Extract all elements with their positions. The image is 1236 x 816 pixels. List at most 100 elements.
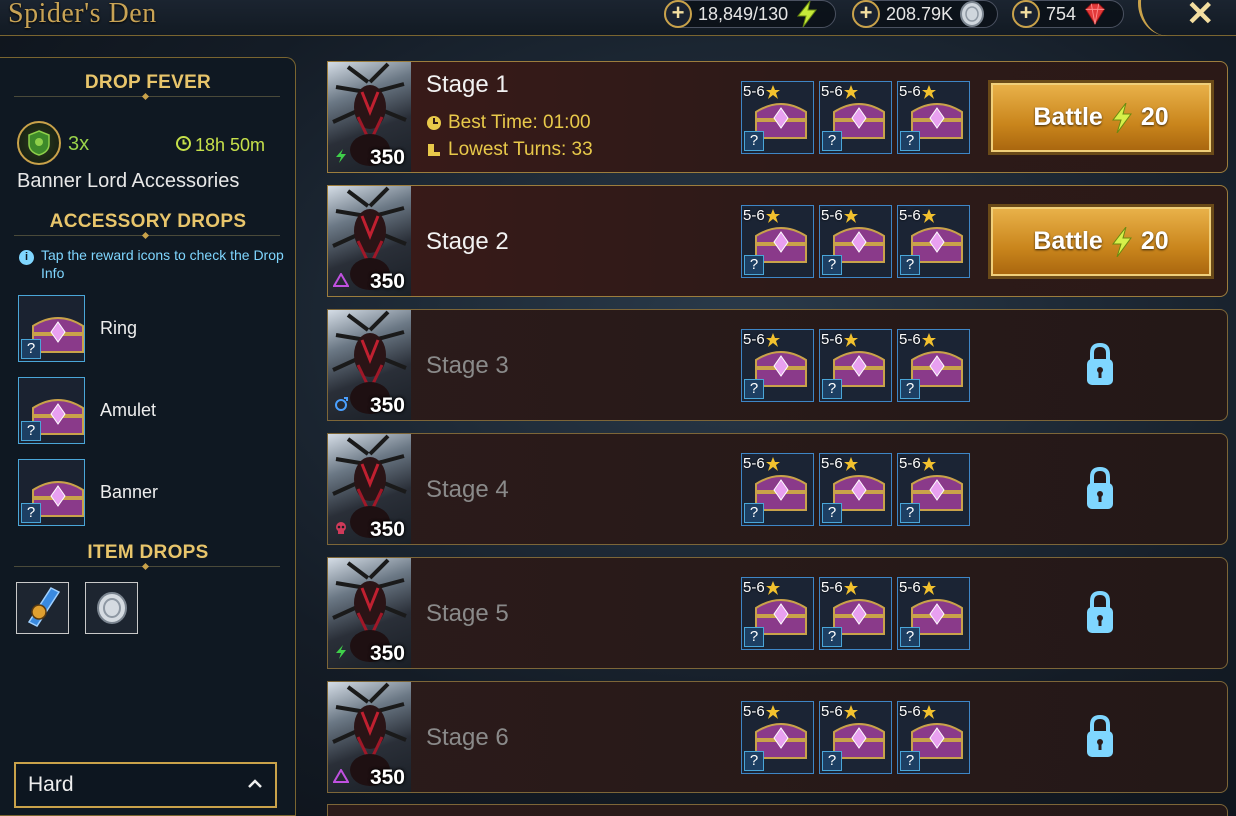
stage-row-partial <box>327 804 1228 816</box>
top-bar: Spider's Den + 18,849/130 + 208.79K + 75… <box>0 0 1236 36</box>
clock-icon <box>427 116 441 130</box>
boss-portrait: 350 <box>328 434 411 544</box>
force-affinity-icon <box>333 148 349 164</box>
item-drops-title: ITEM DROPS <box>87 542 209 563</box>
reward-chest-icon[interactable]: 5-6? <box>741 81 814 154</box>
banner-label: Banner <box>100 482 159 502</box>
reward-chest-icon[interactable]: 5-6? <box>741 701 814 774</box>
reward-chest-icon[interactable]: 5-6? <box>819 453 892 526</box>
unknown-badge: ? <box>744 503 764 523</box>
reward-chest-icon[interactable]: 5-6? <box>897 81 970 154</box>
stage-row[interactable]: 350 Stage 2 5-6? 5-6? 5-6? Battle 20 <box>327 185 1228 297</box>
unknown-badge: ? <box>822 131 842 151</box>
battle-button[interactable]: Battle 20 <box>988 80 1214 155</box>
reward-chest-icon[interactable]: 5-6? <box>819 205 892 278</box>
silver-icon <box>959 1 985 27</box>
sidebar-panel: DROP FEVER 3x 18h 50m Banner Lord Access… <box>0 57 296 816</box>
unknown-badge: ? <box>900 751 920 771</box>
reward-chest-icon[interactable]: 5-6? <box>819 577 892 650</box>
boss-level: 350 <box>369 518 405 541</box>
energy-icon <box>1111 102 1132 133</box>
energy-icon <box>794 1 820 27</box>
gem-icon <box>1082 1 1108 27</box>
divider-ornament <box>141 562 150 571</box>
boss-portrait: 350 <box>328 310 411 420</box>
lock-icon <box>1087 466 1113 509</box>
reward-chest-icon[interactable]: 5-6? <box>741 329 814 402</box>
potion-item-icon[interactable] <box>16 582 69 634</box>
reward-chest-icon[interactable]: 5-6? <box>897 701 970 774</box>
stage-row[interactable]: 350 Stage 4 5-6? 5-6? 5-6? <box>327 433 1228 545</box>
unknown-badge: ? <box>822 751 842 771</box>
stage-name: Stage 3 <box>426 352 509 379</box>
fever-set-name: Banner Lord Accessories <box>17 170 240 192</box>
boss-portrait: 350 <box>328 558 411 668</box>
reward-chest-icon[interactable]: 5-6? <box>741 205 814 278</box>
clock-icon <box>176 135 191 156</box>
difficulty-select[interactable]: Hard <box>14 762 277 808</box>
add-energy-button[interactable]: + <box>664 0 692 28</box>
boss-level: 350 <box>369 146 405 169</box>
stage-row[interactable]: 350 Stage 1 Best Time: 01:00 Lowest Turns: … <box>327 61 1228 173</box>
unknown-badge: ? <box>744 379 764 399</box>
stage-row[interactable]: 350 Stage 6 5-6? 5-6? 5-6? <box>327 681 1228 793</box>
gem-value: 754 <box>1046 3 1077 24</box>
info-text: Tap the reward icons to check the Drop I… <box>41 247 284 281</box>
reward-chest-icon[interactable]: 5-6? <box>897 577 970 650</box>
unknown-badge: ? <box>900 627 920 647</box>
reward-chest-icon[interactable]: 5-6? <box>897 205 970 278</box>
best-time: Best Time: 01:00 <box>426 112 591 134</box>
turns-icon <box>428 144 440 156</box>
unknown-badge: ? <box>744 255 764 275</box>
stage-name: Stage 4 <box>426 476 509 503</box>
ring-label: Ring <box>100 318 138 338</box>
accessory-drops-title: ACCESSORY DROPS <box>49 211 247 232</box>
lock-icon <box>1087 342 1113 385</box>
divider-ornament <box>141 92 150 101</box>
void-affinity-icon <box>333 520 349 536</box>
boss-portrait: 350 <box>328 186 411 296</box>
reward-chest-icon[interactable]: 5-6? <box>819 329 892 402</box>
stage-row[interactable]: 350 Stage 5 5-6? 5-6? 5-6? <box>327 557 1228 669</box>
battle-cost: 20 <box>1140 227 1169 255</box>
reward-chest-icon[interactable]: 5-6? <box>741 577 814 650</box>
energy-resource[interactable]: + 18,849/130 <box>664 0 836 28</box>
battle-button[interactable]: Battle 20 <box>988 204 1214 279</box>
reward-chest-icon[interactable]: 5-6? <box>819 81 892 154</box>
unknown-badge: ? <box>900 131 920 151</box>
fever-timer: 18h 50m <box>176 135 265 156</box>
stage-row[interactable]: 350 Stage 3 5-6? 5-6? 5-6? <box>327 309 1228 421</box>
stage-name: Stage 6 <box>426 724 509 751</box>
boss-level: 350 <box>369 766 405 789</box>
gem-resource[interactable]: + 754 <box>1012 0 1124 28</box>
silver-resource[interactable]: + 208.79K <box>852 0 998 28</box>
chevron-up-icon <box>248 779 262 788</box>
add-silver-button[interactable]: + <box>852 0 880 28</box>
battle-label: Battle <box>1033 103 1103 131</box>
silver-value: 208.79K <box>886 3 954 24</box>
amulet-reward-icon[interactable]: ? <box>18 377 85 444</box>
close-button[interactable]: ✕ <box>1186 0 1215 34</box>
fever-badge-icon[interactable] <box>17 121 61 165</box>
unknown-badge: ? <box>822 503 842 523</box>
reward-chest-icon[interactable]: 5-6? <box>741 453 814 526</box>
unknown-badge: ? <box>21 339 41 359</box>
boss-level: 350 <box>369 394 405 417</box>
reward-chest-icon[interactable]: 5-6? <box>897 329 970 402</box>
unknown-badge: ? <box>822 627 842 647</box>
unknown-badge: ? <box>744 627 764 647</box>
info-icon: i <box>19 250 34 265</box>
stage-name: Stage 5 <box>426 600 509 627</box>
banner-reward-icon[interactable]: ? <box>18 459 85 526</box>
force-affinity-icon <box>333 644 349 660</box>
lowest-turns: Lowest Turns: 33 <box>426 139 593 161</box>
unknown-badge: ? <box>21 421 41 441</box>
stage-name: Stage 2 <box>426 228 509 255</box>
reward-chest-icon[interactable]: 5-6? <box>819 701 892 774</box>
magic-affinity-icon <box>333 272 349 288</box>
silver-item-icon[interactable] <box>85 582 138 634</box>
unknown-badge: ? <box>822 379 842 399</box>
ring-reward-icon[interactable]: ? <box>18 295 85 362</box>
add-gem-button[interactable]: + <box>1012 0 1040 28</box>
reward-chest-icon[interactable]: 5-6? <box>897 453 970 526</box>
